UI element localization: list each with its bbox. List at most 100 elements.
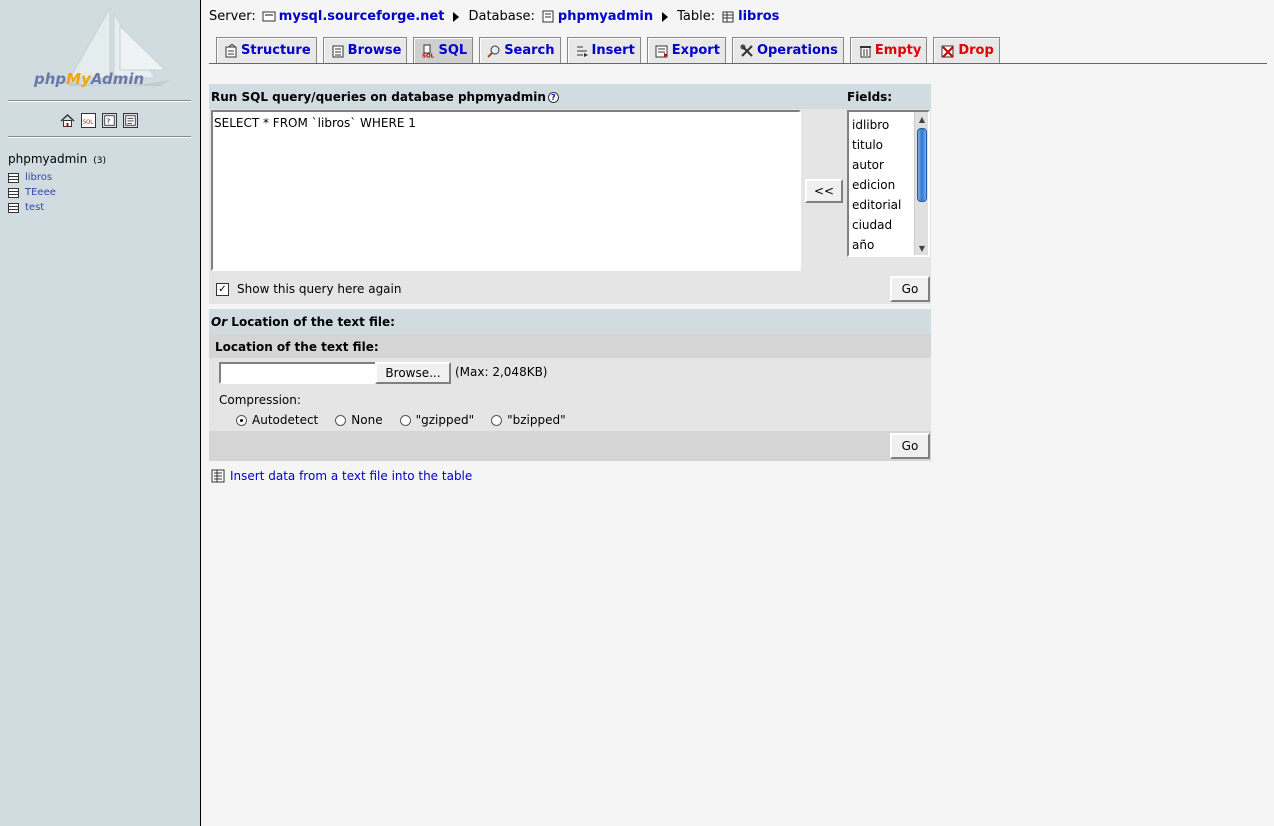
file-location-label: Location of the text file: — [215, 340, 379, 354]
table-icon[interactable] — [8, 187, 19, 198]
radio-label[interactable]: Autodetect — [252, 413, 318, 427]
max-size-text: (Max: 2,048KB) — [455, 365, 548, 379]
browse-icon — [332, 45, 344, 57]
compression-options: Autodetect None "gzipped" "bzipped" — [236, 413, 583, 427]
tab-label[interactable]: Export — [672, 43, 720, 58]
compression-bzipped[interactable]: "bzipped" — [491, 413, 566, 427]
compression-label: Compression: — [219, 393, 301, 407]
tab-structure[interactable]: Structure — [216, 37, 317, 63]
or-text: Or — [211, 315, 228, 329]
radio-label[interactable]: "gzipped" — [416, 413, 475, 427]
sql-form-title-text: Run SQL query/queries on database phpmya… — [211, 90, 546, 104]
text-file-form: Or Location of the text file: Location o… — [209, 309, 931, 461]
main-frame: Server: mysql.sourceforge.net Database: … — [202, 0, 1274, 826]
query-window-icon[interactable]: ? — [102, 113, 117, 128]
radio-autodetect[interactable] — [236, 414, 247, 426]
tab-browse[interactable]: Browse — [322, 37, 408, 63]
home-icon[interactable] — [60, 113, 75, 128]
insert-field-button[interactable]: << — [805, 179, 843, 203]
scroll-down-icon[interactable]: ▼ — [916, 242, 928, 254]
table-link-test[interactable]: test — [25, 202, 44, 213]
radio-label[interactable]: None — [351, 413, 382, 427]
tab-label[interactable]: Empty — [875, 43, 921, 58]
docs-icon[interactable] — [123, 113, 138, 128]
tab-label[interactable]: Browse — [348, 43, 402, 58]
tab-export[interactable]: Export — [646, 37, 726, 63]
insert-from-file-link[interactable]: Insert data from a text file into the ta… — [230, 469, 472, 483]
table-label: Table: — [677, 9, 716, 24]
fields-listbox[interactable]: idlibro titulo autor edicion editorial c… — [847, 110, 930, 257]
insert-from-file-link-row[interactable]: Insert data from a text file into the ta… — [211, 469, 472, 483]
sql-icon[interactable]: SQL — [81, 113, 96, 128]
tab-drop[interactable]: Drop — [933, 37, 1000, 63]
show-query-again-checkbox[interactable]: ✓ — [216, 282, 229, 296]
table-link-libros[interactable]: libros — [25, 172, 52, 183]
compression-gzipped[interactable]: "gzipped" — [399, 413, 475, 427]
tab-label[interactable]: SQL — [438, 43, 467, 58]
empty-icon — [859, 45, 871, 57]
phpmyadmin-logo-text: phpMyAdmin — [34, 70, 145, 88]
file-path-input[interactable] — [219, 362, 379, 384]
show-query-again-option[interactable]: ✓ Show this query here again — [216, 282, 401, 296]
tab-empty[interactable]: Empty — [849, 37, 928, 63]
tab-label[interactable]: Drop — [958, 43, 993, 58]
compression-none[interactable]: None — [335, 413, 383, 427]
file-form-title-text: Location of the text file: — [227, 315, 395, 329]
svg-text:SQL: SQL — [422, 53, 435, 58]
tab-sql[interactable]: SQL SQL — [413, 37, 474, 63]
table-link[interactable]: libros — [738, 9, 779, 24]
svg-text:?: ? — [106, 118, 110, 126]
tab-operations[interactable]: Operations — [731, 37, 844, 63]
structure-icon — [225, 43, 237, 57]
tab-insert[interactable]: Insert — [566, 37, 641, 63]
tab-bar: Structure Browse SQL SQL Search Insert E… — [216, 37, 1000, 63]
table-list: libros TEeee test — [8, 170, 56, 215]
database-name[interactable]: phpmyadmin (3) — [8, 152, 106, 166]
breadcrumb-arrow-icon — [453, 11, 460, 22]
sql-form-title: Run SQL query/queries on database phpmya… — [211, 90, 559, 104]
table-icon[interactable] — [8, 202, 19, 213]
divider — [8, 100, 191, 102]
table-icon — [722, 11, 734, 23]
tab-search[interactable]: Search — [479, 37, 561, 63]
radio-gzipped[interactable] — [399, 414, 411, 426]
server-icon — [262, 11, 276, 22]
table-link-teeee[interactable]: TEeee — [25, 187, 56, 198]
server-link[interactable]: mysql.sourceforge.net — [279, 9, 445, 24]
radio-none[interactable] — [335, 414, 347, 426]
scrollbar-thumb[interactable] — [917, 128, 927, 202]
sql-icon: SQL — [422, 44, 435, 58]
operations-icon — [740, 44, 753, 57]
database-link[interactable]: phpmyadmin — [558, 9, 653, 24]
file-go-button[interactable]: Go — [890, 433, 930, 459]
tab-label[interactable]: Structure — [241, 43, 311, 58]
table-list-item[interactable]: test — [8, 200, 56, 215]
table-icon[interactable] — [8, 172, 19, 183]
compression-autodetect[interactable]: Autodetect — [236, 413, 318, 427]
table-list-item[interactable]: TEeee — [8, 185, 56, 200]
tab-label[interactable]: Insert — [592, 43, 635, 58]
file-form-header: Or Location of the text file: — [209, 309, 931, 334]
radio-bzipped[interactable] — [491, 414, 503, 426]
fields-scrollbar[interactable]: ▲ ▼ — [914, 112, 928, 255]
scroll-up-icon[interactable]: ▲ — [916, 113, 928, 125]
tab-label[interactable]: Search — [504, 43, 554, 58]
sql-query-textarea[interactable]: SELECT * FROM `libros` WHERE 1 — [211, 110, 801, 271]
database-name-label[interactable]: phpmyadmin — [8, 152, 87, 166]
drop-icon — [941, 45, 955, 58]
sql-go-button[interactable]: Go — [890, 276, 930, 302]
tab-label[interactable]: Operations — [757, 43, 838, 58]
fields-label: Fields: — [847, 90, 893, 104]
help-icon[interactable]: ? — [547, 92, 559, 103]
import-icon — [211, 469, 225, 483]
server-label: Server: — [209, 9, 256, 24]
database-label: Database: — [468, 9, 535, 24]
sql-query-form: Run SQL query/queries on database phpmya… — [209, 84, 931, 304]
browse-button[interactable]: Browse... — [375, 362, 451, 384]
search-icon — [487, 45, 500, 58]
show-query-again-label[interactable]: Show this query here again — [237, 282, 401, 296]
radio-label[interactable]: "bzipped" — [507, 413, 566, 427]
export-icon — [655, 45, 668, 57]
navigation-frame: phpMyAdmin SQL ? phpmyadmin (3) libros TE… — [0, 0, 201, 826]
table-list-item[interactable]: libros — [8, 170, 56, 185]
